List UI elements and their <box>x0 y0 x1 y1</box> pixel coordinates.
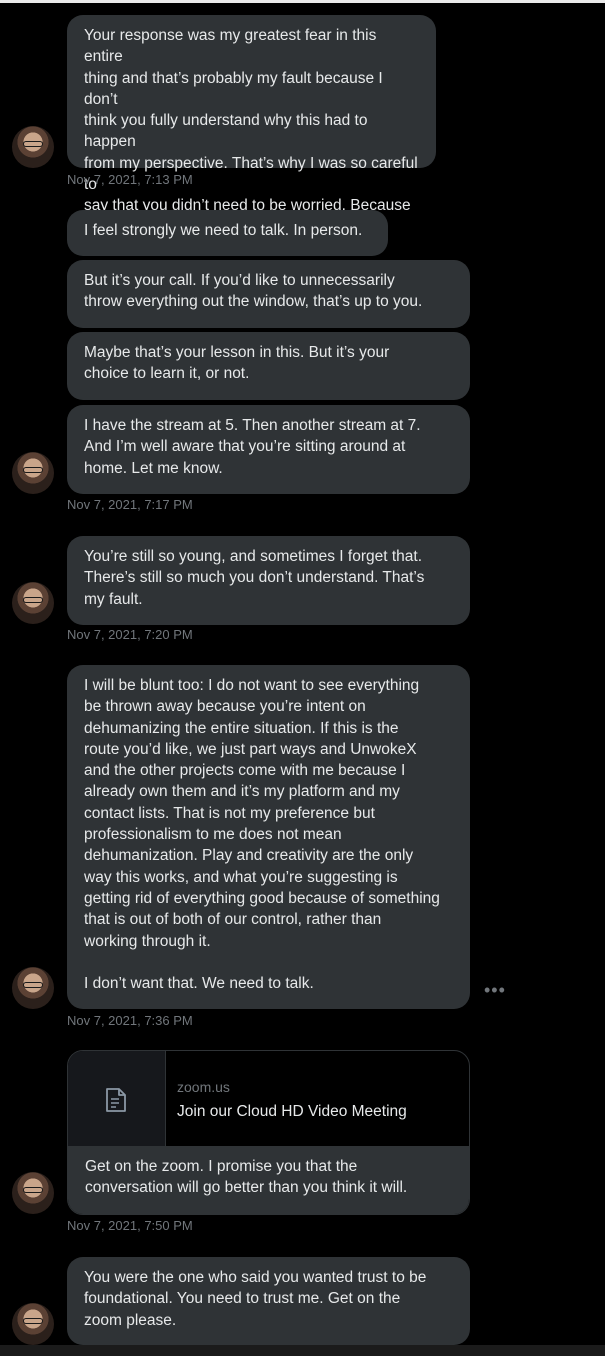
message-bubble[interactable]: Maybe that’s your lesson in this. But it… <box>67 332 470 400</box>
avatar[interactable] <box>12 1172 54 1214</box>
link-title[interactable]: Join our Cloud HD Video Meeting <box>177 1103 407 1121</box>
message-bubble[interactable]: I have the stream at 5. Then another str… <box>67 405 470 494</box>
message-bubble[interactable]: You’re still so young, and sometimes I f… <box>67 536 470 625</box>
avatar[interactable] <box>12 452 54 494</box>
glasses-icon <box>23 597 43 603</box>
avatar[interactable] <box>12 967 54 1009</box>
avatar[interactable] <box>12 582 54 624</box>
glasses-icon <box>23 141 43 147</box>
message-bubble[interactable]: I will be blunt too: I do not want to se… <box>67 665 470 1009</box>
link-thumbnail <box>68 1051 166 1146</box>
message-timestamp: Nov 7, 2021, 7:17 PM <box>67 497 193 512</box>
link-preview-card[interactable]: zoom.us Join our Cloud HD Video Meeting … <box>67 1050 470 1215</box>
glasses-icon <box>23 467 43 473</box>
document-icon <box>106 1088 126 1112</box>
link-domain[interactable]: zoom.us <box>177 1079 230 1095</box>
message-bubble[interactable]: I feel strongly we need to talk. In pers… <box>67 210 388 256</box>
message-bubble[interactable]: Get on the zoom. I promise you that the … <box>68 1146 469 1214</box>
glasses-icon <box>23 982 43 988</box>
glasses-icon <box>23 1187 43 1193</box>
message-timestamp: Nov 7, 2021, 7:50 PM <box>67 1218 193 1233</box>
avatar[interactable] <box>12 1303 54 1345</box>
message-timestamp: Nov 7, 2021, 7:36 PM <box>67 1013 193 1028</box>
message-bubble[interactable]: But it’s your call. If you’d like to unn… <box>67 260 470 328</box>
message-timestamp: Nov 7, 2021, 7:13 PM <box>67 172 193 187</box>
bottom-bar <box>0 1345 605 1356</box>
message-timestamp: Nov 7, 2021, 7:20 PM <box>67 627 193 642</box>
glasses-icon <box>23 1318 43 1324</box>
avatar[interactable] <box>12 126 54 168</box>
top-border <box>0 0 605 3</box>
more-options-icon[interactable]: ••• <box>484 981 505 999</box>
message-bubble[interactable]: Your response was my greatest fear in th… <box>67 15 436 257</box>
message-bubble[interactable]: You were the one who said you wanted tru… <box>67 1257 470 1345</box>
